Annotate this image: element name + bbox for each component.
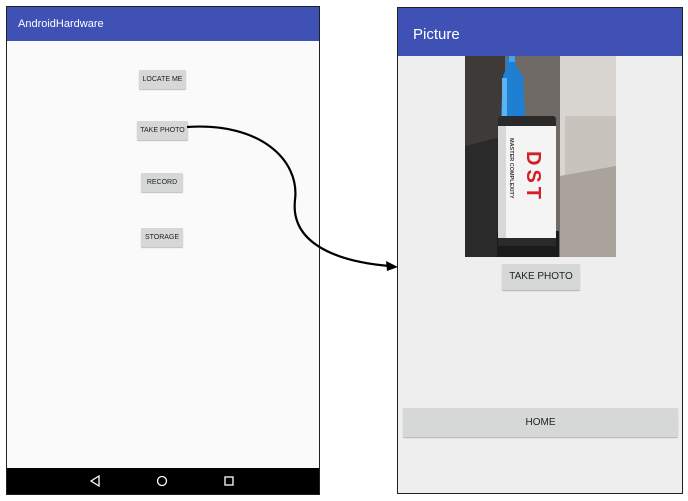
- app-bar: Picture: [398, 8, 682, 56]
- app-bar: AndroidHardware: [7, 7, 319, 41]
- locate-me-button[interactable]: LOCATE ME: [139, 70, 186, 89]
- take-photo-button[interactable]: TAKE PHOTO: [502, 264, 580, 290]
- home-circle-icon[interactable]: [152, 468, 172, 494]
- bottle-side-text: MASTER COMPLEXITY: [508, 138, 514, 199]
- recents-square-icon[interactable]: [219, 468, 239, 494]
- back-icon[interactable]: [86, 468, 106, 494]
- bottle-label: DST: [522, 151, 544, 203]
- take-photo-button[interactable]: TAKE PHOTO: [137, 121, 188, 140]
- storage-button[interactable]: STORAGE: [141, 228, 183, 247]
- app-title: AndroidHardware: [18, 18, 104, 30]
- captured-photo: MASTER COMPLEXITY DST: [465, 56, 616, 257]
- home-button[interactable]: HOME: [403, 408, 678, 437]
- app-title: Picture: [413, 26, 460, 43]
- system-nav-bar: [7, 468, 319, 494]
- record-button[interactable]: RECORD: [141, 173, 183, 192]
- main-activity-screen: AndroidHardware LOCATE ME TAKE PHOTO REC…: [6, 6, 320, 495]
- picture-activity-screen: Picture MASTER COMPLEXITY DST TAKE PHOTO…: [397, 7, 683, 494]
- composite-figure: AndroidHardware LOCATE ME TAKE PHOTO REC…: [0, 0, 688, 501]
